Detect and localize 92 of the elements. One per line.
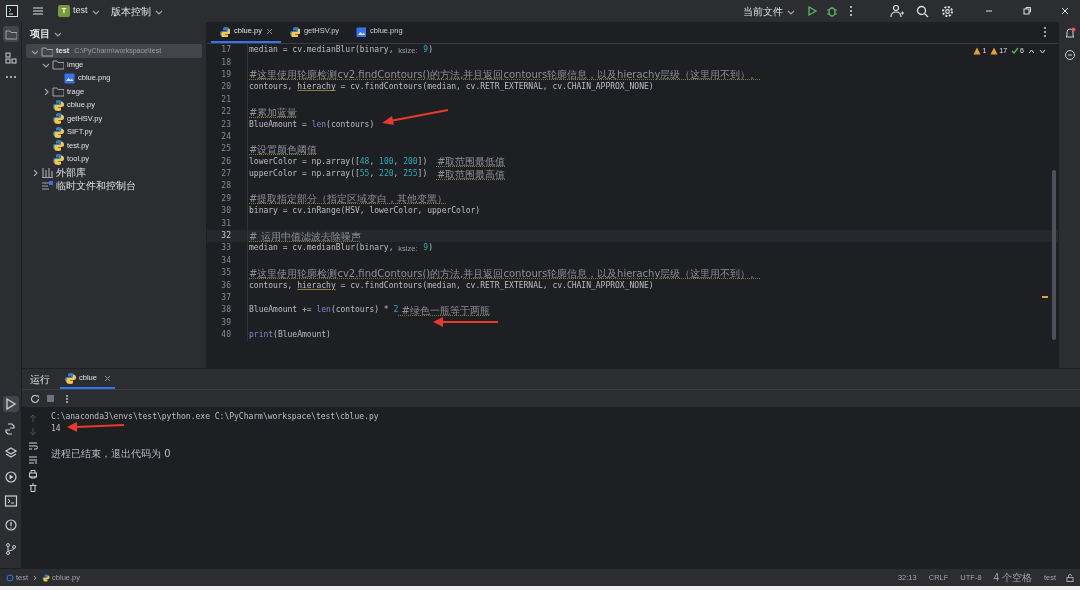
vcs-menu[interactable]: 版本控制 (110, 3, 162, 19)
git-branch-icon[interactable] (3, 542, 18, 556)
line-number: 18 (220, 56, 231, 69)
notifications-icon[interactable] (1063, 27, 1076, 39)
structure-icon[interactable] (4, 52, 17, 64)
trash-icon[interactable] (28, 483, 38, 493)
line-number: 32 (220, 230, 231, 243)
line-number: 40 (220, 329, 231, 342)
line-number: 25 (220, 143, 231, 156)
line-number: 30 (220, 205, 231, 218)
stop-icon[interactable] (46, 394, 55, 403)
line-number: 37 (220, 292, 231, 304)
soft-wrap-icon[interactable] (28, 441, 38, 451)
restore-icon[interactable] (1022, 6, 1032, 16)
code-line: contours, hierachy = cv.findContours(median, cv.RETR_EXTERNAL, cv.CHAIN_APPROX_NONE) (248, 81, 654, 94)
app-logo-icon (6, 5, 18, 17)
code-line: lowerColor = np.array([48, 100, 200]) #取范围最低值 (248, 155, 506, 169)
line-number: 38 (220, 304, 231, 317)
lock-icon[interactable] (1066, 573, 1074, 582)
warning-marker (1042, 296, 1048, 298)
line-number: 17 (220, 44, 231, 57)
run-config-selector[interactable]: 当前文件 (743, 3, 794, 19)
line-number: 36 (220, 279, 231, 292)
add-user-icon[interactable] (890, 4, 904, 18)
line-number: 19 (220, 68, 231, 81)
code-line: #设置颜色阈值 (248, 142, 318, 157)
code-line: upperColor = np.array([55, 220, 255]) #取范围最高值 (248, 167, 506, 182)
code-line: BlueAmount = len(contours) (248, 118, 375, 131)
line-number: 26 (220, 155, 231, 168)
line-number: 28 (220, 180, 231, 193)
project-badge: T (58, 5, 70, 17)
line-number: 24 (220, 130, 231, 143)
line-number: 23 (220, 118, 231, 131)
code-line: #这里使用轮廓检测cv2.findContours()的方法,并且返回contours轮廓信息，以及hierachy层级（这里用不到）。 (248, 266, 761, 281)
layers-icon[interactable] (3, 446, 18, 460)
more-icon[interactable] (65, 393, 69, 404)
project-panel-title[interactable]: 项目 (30, 25, 61, 41)
print-icon[interactable] (28, 469, 38, 479)
code-line: #累加蓝量 (248, 105, 298, 120)
line-number: 31 (220, 217, 231, 230)
line-number: 21 (220, 93, 231, 106)
code-line: print(BlueAmount) (248, 329, 331, 342)
code-line: #提取指定部分（指定区域变白，其他变黑） (248, 192, 448, 206)
scrollbar-thumb[interactable] (1052, 170, 1056, 340)
python-console-icon[interactable] (3, 422, 18, 436)
console-line: C:\anaconda3\envs\test\python.exe C:\PyCharm\workspace\test\cblue.py (51, 411, 379, 423)
scroll-to-end-icon[interactable] (28, 455, 38, 465)
more-icon[interactable] (1042, 26, 1048, 38)
chevron-up-icon[interactable] (1028, 47, 1035, 55)
line-number: 27 (220, 168, 231, 181)
run-panel-title: 运行 (30, 372, 50, 387)
annotation-arrow (380, 108, 450, 128)
annotation-arrow (66, 420, 126, 432)
code-line: contours, hierachy = cv.findContours(median, cv.RETR_EXTERNAL, cv.CHAIN_APPROX_NONE) (248, 279, 654, 292)
rerun-icon[interactable] (30, 393, 40, 404)
chevron-down-icon[interactable] (1039, 47, 1046, 55)
code-line: binary = cv.inRange(HSV, lowerColor, upperColor) (248, 205, 481, 218)
line-number: 39 (220, 316, 231, 329)
tree-item[interactable]: 临时文件和控制台 (26, 179, 202, 193)
menu-icon[interactable] (32, 5, 44, 17)
line-number: 35 (220, 267, 231, 280)
python-icon (64, 372, 76, 384)
tree-item[interactable]: 外部库 (26, 165, 202, 179)
console-line: 14 (51, 423, 61, 435)
code-line: #这里使用轮廓检测cv2.findContours()的方法,并且返回contours轮廓信息，以及hierachy层级（这里用不到）。 (248, 68, 761, 82)
chevron-right-icon (32, 574, 39, 581)
module-icon (6, 573, 14, 582)
annotation-arrow (432, 317, 500, 328)
services-icon[interactable] (3, 470, 18, 484)
more-icon[interactable] (4, 74, 17, 80)
line-number: 29 (220, 192, 231, 205)
status-item[interactable]: 4 个空格 (989, 570, 1036, 585)
python-icon (42, 573, 51, 582)
settings-icon[interactable] (941, 4, 954, 18)
debug-icon[interactable] (826, 5, 838, 17)
line-number: 34 (220, 254, 231, 267)
line-number: 33 (220, 242, 231, 255)
close-icon[interactable] (103, 374, 111, 382)
line-number: 22 (220, 106, 231, 119)
search-icon[interactable] (916, 4, 929, 18)
project-tool-button[interactable] (2, 26, 19, 42)
run-icon[interactable] (806, 5, 818, 17)
close-icon[interactable] (265, 27, 273, 35)
code-line: # 运用中值滤波去除噪声 (248, 229, 361, 243)
problems-icon[interactable] (3, 518, 18, 532)
more-icon[interactable] (848, 5, 854, 17)
project-selector[interactable]: T test (58, 4, 99, 18)
terminal-icon[interactable] (3, 494, 18, 508)
code-line: BlueAmount += len(contours) * 2 #绿色一瓶等于两瓶 (248, 303, 490, 318)
run-tool-button[interactable] (2, 396, 19, 412)
line-number: 20 (220, 81, 231, 94)
console-line: 进程已结束，退出代码为 0 (51, 447, 171, 460)
